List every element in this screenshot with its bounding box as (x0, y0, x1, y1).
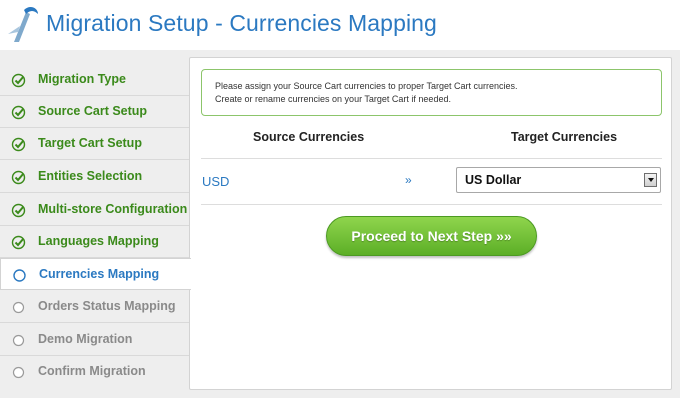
step-label: Confirm Migration (38, 364, 146, 378)
circle-icon (12, 301, 25, 314)
step-label: Multi-store Configuration (38, 202, 188, 216)
step-label: Languages Mapping (38, 234, 159, 248)
proceed-button[interactable]: Proceed to Next Step »» (326, 216, 537, 256)
check-circle-icon (11, 203, 26, 218)
source-currencies-header: Source Currencies (253, 130, 365, 144)
notice-line: Create or rename currencies on your Targ… (215, 94, 451, 104)
source-currency: USD (202, 174, 230, 189)
circle-icon (13, 269, 26, 282)
page-title: Migration Setup - Currencies Mapping (46, 10, 437, 36)
step-currencies-mapping[interactable]: Currencies Mapping (0, 258, 191, 290)
step-orders-status-mapping[interactable]: Orders Status Mapping (0, 291, 189, 323)
circle-icon (12, 366, 25, 379)
mapping-arrow: » (405, 173, 412, 187)
step-source-cart-setup[interactable]: Source Cart Setup (0, 96, 189, 128)
step-label: Entities Selection (38, 169, 143, 183)
check-circle-icon (11, 73, 26, 88)
step-migration-type[interactable]: Migration Type (0, 64, 189, 96)
steps-sidebar: Migration Type Source Cart Setup Target … (0, 64, 191, 390)
step-label: Target Cart Setup (38, 136, 142, 150)
main-panel: Please assign your Source Cart currencie… (189, 57, 672, 390)
target-currency-select[interactable]: US Dollar (456, 167, 661, 193)
selected-value: US Dollar (465, 173, 522, 187)
target-currencies-header: Target Currencies (511, 130, 618, 144)
notice-line: Please assign your Source Cart currencie… (215, 81, 518, 91)
step-label: Demo Migration (38, 332, 133, 346)
check-circle-icon (11, 170, 26, 185)
step-entities-selection[interactable]: Entities Selection (0, 161, 189, 193)
check-circle-icon (11, 105, 26, 120)
info-notice: Please assign your Source Cart currencie… (201, 69, 662, 116)
step-target-cart-setup[interactable]: Target Cart Setup (0, 128, 189, 160)
step-label: Migration Type (38, 72, 126, 86)
header: Migration Setup - Currencies Mapping (0, 0, 680, 50)
check-circle-icon (11, 137, 26, 152)
logo-icon (8, 7, 38, 42)
step-confirm-migration[interactable]: Confirm Migration (0, 356, 189, 388)
step-demo-migration[interactable]: Demo Migration (0, 324, 189, 356)
divider (201, 204, 662, 205)
divider (201, 158, 662, 159)
step-languages-mapping[interactable]: Languages Mapping (0, 226, 189, 258)
circle-icon (12, 334, 25, 347)
step-label: Source Cart Setup (38, 104, 148, 118)
chevron-down-icon[interactable] (644, 173, 657, 187)
step-multi-store-configuration[interactable]: Multi-store Configuration (0, 194, 189, 226)
step-label: Orders Status Mapping (38, 299, 176, 313)
step-label: Currencies Mapping (39, 267, 160, 281)
check-circle-icon (11, 235, 26, 250)
